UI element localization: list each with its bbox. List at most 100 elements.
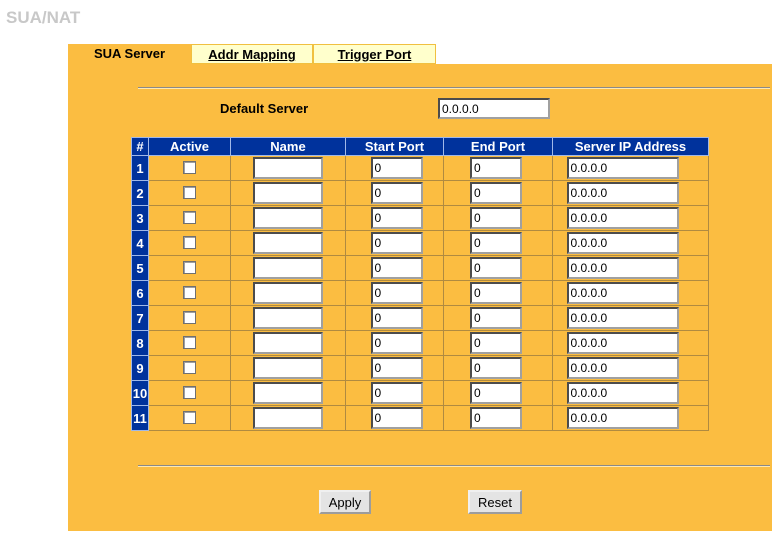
server-ip-input[interactable] [566, 232, 679, 254]
name-input[interactable] [253, 207, 323, 229]
end-port-input[interactable] [470, 257, 522, 279]
active-checkbox[interactable] [183, 386, 196, 400]
active-cell [148, 230, 231, 256]
reset-button[interactable]: Reset [468, 490, 522, 514]
end-port-input[interactable] [470, 382, 522, 404]
server-ip-input[interactable] [566, 382, 679, 404]
col-header-server-ip: Server IP Address [552, 137, 709, 156]
server-ip-input[interactable] [566, 332, 679, 354]
server-ip-input[interactable] [566, 282, 679, 304]
tab-trigger-port[interactable]: Trigger Port [313, 44, 436, 64]
server-ip-cell [552, 230, 709, 256]
table-row: 1 [131, 155, 709, 181]
page-title: SUA/NAT [6, 8, 81, 27]
end-port-input[interactable] [470, 157, 522, 179]
server-ip-cell [552, 155, 709, 181]
table-row: 4 [131, 230, 709, 256]
start-port-cell [345, 305, 444, 331]
name-cell [230, 380, 346, 406]
end-port-input[interactable] [470, 357, 522, 379]
default-server-input[interactable] [438, 98, 550, 119]
active-checkbox[interactable] [183, 261, 196, 275]
row-number: 9 [131, 355, 149, 381]
start-port-cell [345, 405, 444, 431]
active-cell [148, 280, 231, 306]
active-checkbox[interactable] [183, 186, 196, 200]
server-ip-input[interactable] [566, 307, 679, 329]
active-checkbox[interactable] [183, 161, 196, 175]
server-ip-input[interactable] [566, 207, 679, 229]
start-port-input[interactable] [370, 182, 423, 204]
active-cell [148, 155, 231, 181]
active-checkbox[interactable] [183, 286, 196, 300]
apply-button[interactable]: Apply [319, 490, 371, 514]
end-port-cell [443, 330, 553, 356]
start-port-input[interactable] [370, 157, 423, 179]
tab-sua-server[interactable]: SUA Server [68, 44, 191, 64]
start-port-input[interactable] [370, 382, 423, 404]
active-cell [148, 255, 231, 281]
name-input[interactable] [253, 157, 323, 179]
server-ip-input[interactable] [566, 357, 679, 379]
table-row: 2 [131, 180, 709, 206]
start-port-input[interactable] [370, 232, 423, 254]
row-number: 6 [131, 280, 149, 306]
end-port-input[interactable] [470, 332, 522, 354]
server-ip-cell [552, 330, 709, 356]
start-port-cell [345, 355, 444, 381]
end-port-input[interactable] [470, 307, 522, 329]
end-port-input[interactable] [470, 407, 522, 429]
end-port-input[interactable] [470, 232, 522, 254]
active-checkbox[interactable] [183, 311, 196, 325]
active-cell [148, 330, 231, 356]
name-input[interactable] [253, 382, 323, 404]
start-port-input[interactable] [370, 357, 423, 379]
active-cell [148, 180, 231, 206]
end-port-input[interactable] [470, 182, 522, 204]
server-ip-input[interactable] [566, 182, 679, 204]
start-port-cell [345, 330, 444, 356]
active-checkbox[interactable] [183, 411, 196, 425]
active-checkbox[interactable] [183, 361, 196, 375]
start-port-input[interactable] [370, 307, 423, 329]
end-port-cell [443, 405, 553, 431]
name-input[interactable] [253, 257, 323, 279]
row-number: 1 [131, 155, 149, 181]
name-input[interactable] [253, 407, 323, 429]
start-port-input[interactable] [370, 282, 423, 304]
table-row: 8 [131, 330, 709, 356]
name-input[interactable] [253, 282, 323, 304]
col-header-end-port: End Port [443, 137, 553, 156]
active-checkbox[interactable] [183, 236, 196, 250]
table-row: 5 [131, 255, 709, 281]
end-port-cell [443, 230, 553, 256]
active-checkbox[interactable] [183, 336, 196, 350]
row-number: 4 [131, 230, 149, 256]
end-port-input[interactable] [470, 207, 522, 229]
server-ip-input[interactable] [566, 407, 679, 429]
name-cell [230, 230, 346, 256]
name-input[interactable] [253, 332, 323, 354]
server-ip-input[interactable] [566, 257, 679, 279]
name-input[interactable] [253, 232, 323, 254]
start-port-cell [345, 280, 444, 306]
end-port-input[interactable] [470, 282, 522, 304]
row-number: 3 [131, 205, 149, 231]
name-input[interactable] [253, 307, 323, 329]
name-input[interactable] [253, 182, 323, 204]
server-ip-cell [552, 205, 709, 231]
active-cell [148, 380, 231, 406]
start-port-input[interactable] [370, 332, 423, 354]
active-checkbox[interactable] [183, 211, 196, 225]
row-number: 7 [131, 305, 149, 331]
row-number: 10 [131, 380, 149, 406]
col-header-active: Active [148, 137, 231, 156]
start-port-input[interactable] [370, 257, 423, 279]
name-cell [230, 205, 346, 231]
start-port-input[interactable] [370, 407, 423, 429]
tab-addr-mapping[interactable]: Addr Mapping [191, 44, 313, 64]
name-cell [230, 255, 346, 281]
server-ip-input[interactable] [566, 157, 679, 179]
start-port-input[interactable] [370, 207, 423, 229]
name-input[interactable] [253, 357, 323, 379]
